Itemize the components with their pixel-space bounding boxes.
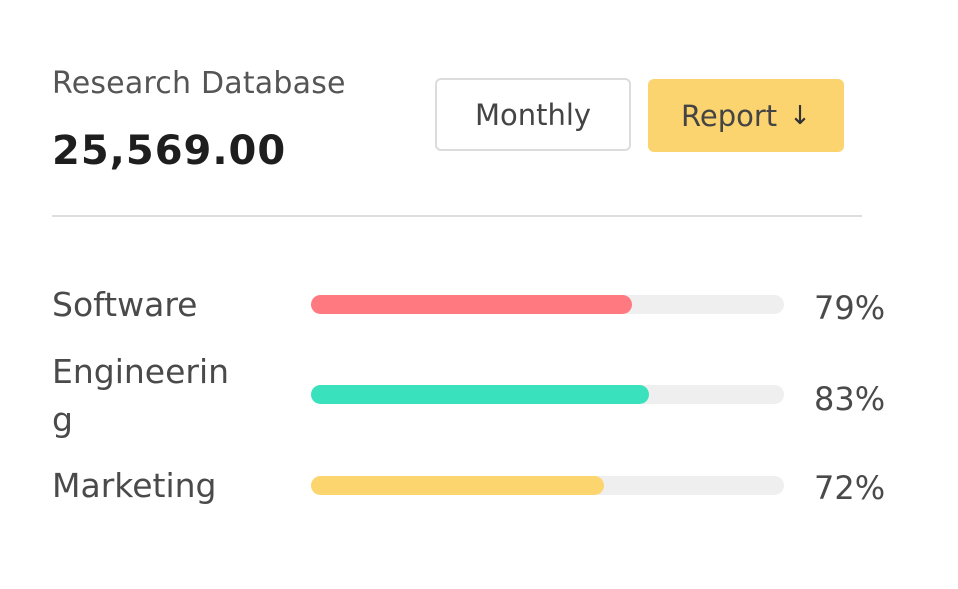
report-button[interactable]: Report ↓ (648, 79, 844, 152)
progress-fill-marketing (311, 476, 604, 495)
progress-fill-software (311, 295, 633, 314)
report-button-label: Report (681, 98, 778, 133)
progress-track-engineering (311, 385, 784, 404)
category-percent-engineering: 83% (814, 380, 886, 418)
category-label-software: Software (52, 285, 198, 324)
total-amount: 25,569.00 (52, 128, 287, 174)
category-label-engineering: Engineering (52, 352, 230, 439)
card-title: Research Database (52, 66, 346, 101)
divider (52, 215, 862, 217)
category-percent-software: 79% (814, 289, 886, 327)
arrow-down-icon: ↓ (789, 100, 811, 131)
monthly-button-label: Monthly (474, 97, 592, 132)
progress-track-marketing (311, 476, 784, 495)
category-percent-marketing: 72% (814, 469, 886, 507)
progress-fill-engineering (311, 385, 649, 404)
category-label-marketing: Marketing (52, 466, 217, 505)
stats-card: Research Database 25,569.00 Monthly Repo… (0, 0, 958, 589)
monthly-button[interactable]: Monthly (435, 78, 631, 151)
progress-track-software (311, 295, 784, 314)
